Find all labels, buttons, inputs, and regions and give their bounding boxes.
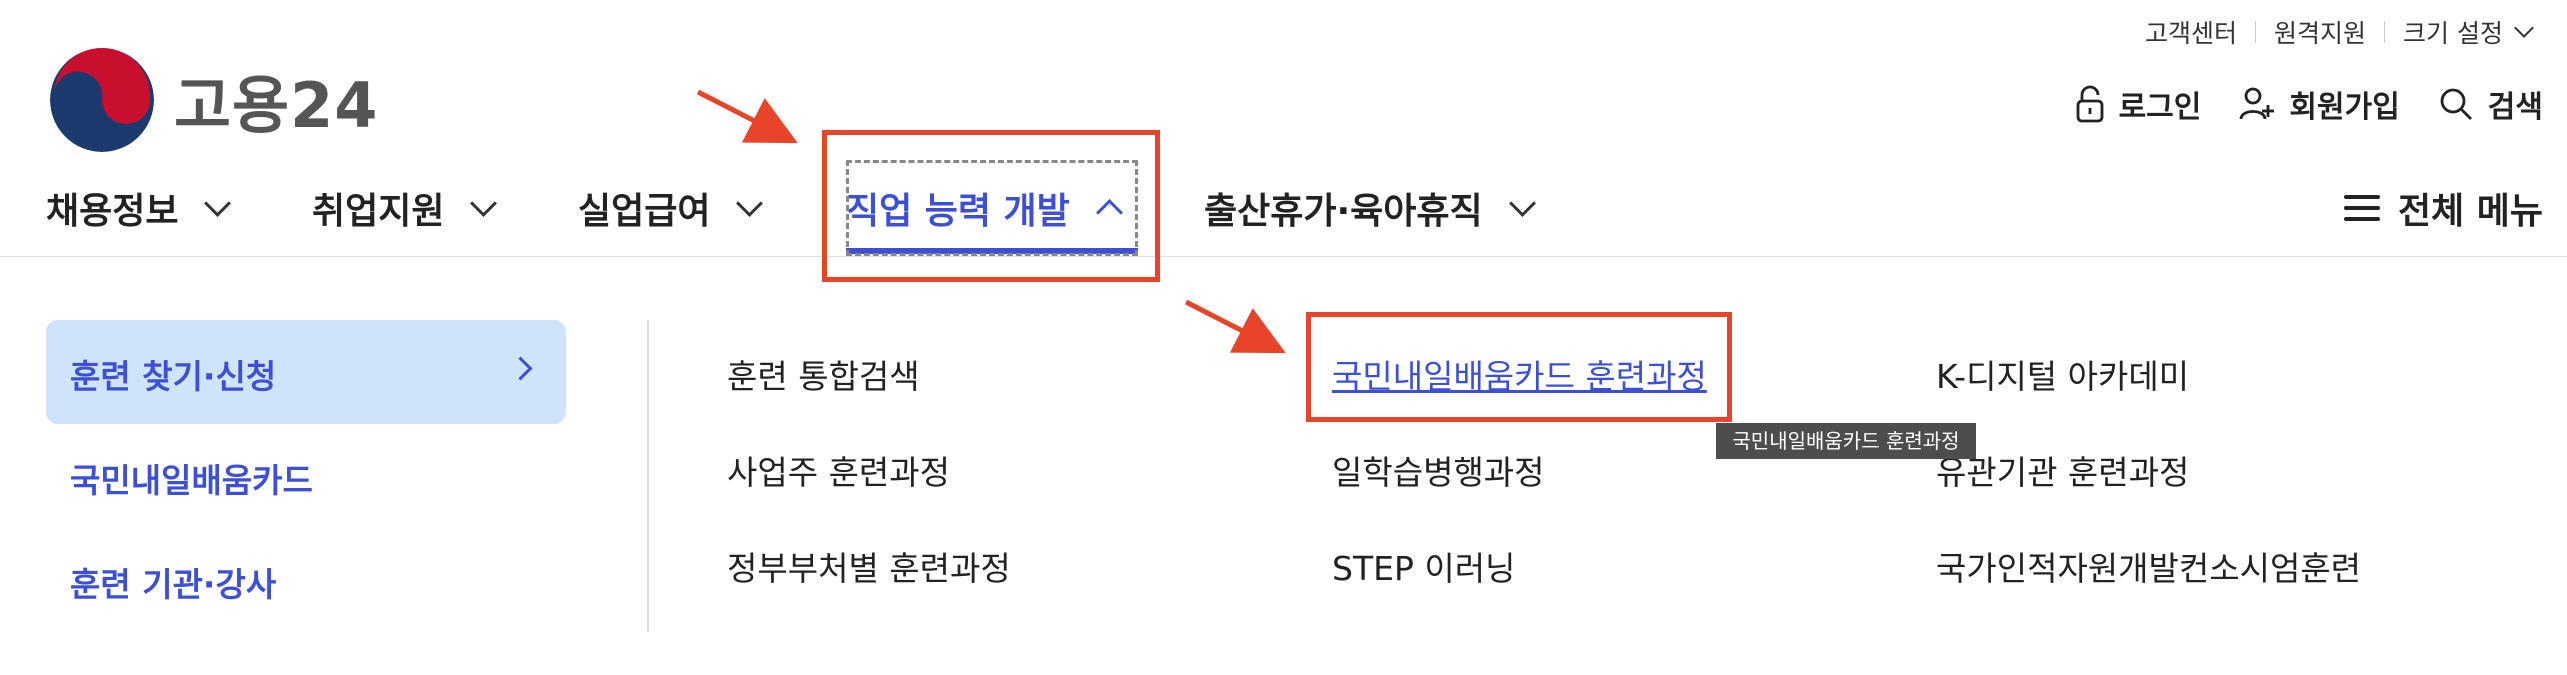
- annotation-arrows: [696, 89, 1286, 354]
